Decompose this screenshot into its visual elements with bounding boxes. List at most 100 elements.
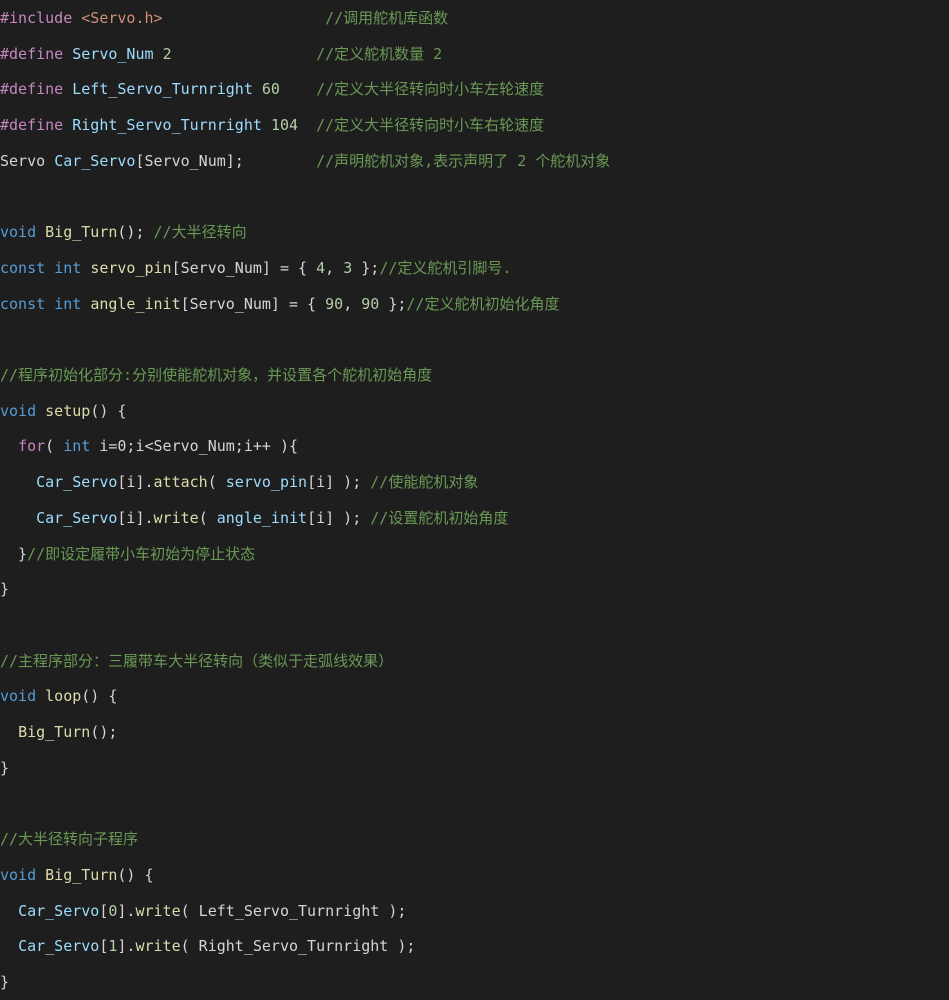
code-token: ( (207, 473, 226, 492)
code-token: () { (81, 687, 118, 706)
code-line: Car_Servo[1].write( Right_Servo_Turnrigh… (0, 935, 415, 957)
code-token: ]. (117, 901, 136, 920)
code-token: Left_Servo_Turnright (72, 80, 253, 99)
code-token: //使能舵机对象 (370, 473, 479, 492)
code-token: ( (198, 508, 217, 527)
code-token: [i]. (117, 508, 154, 527)
code-token: [Servo_Num] = { (171, 258, 317, 277)
code-line: Big_Turn(); (0, 721, 117, 743)
code-token: Big_Turn (18, 723, 91, 741)
code-token: //声明舵机对象,表示声明了 2 个舵机对象 (316, 151, 611, 170)
code-token: //主程序部分：三履带车大半径转向（类似于走弧线效果） (0, 651, 394, 670)
code-token: servo_pin (225, 473, 308, 492)
code-token: void (0, 687, 37, 706)
code-token: [Servo_Num] = { (180, 294, 326, 313)
code-token: ( (45, 437, 64, 456)
code-token: 90 (325, 294, 344, 313)
code-token: <Servo.h> (81, 9, 163, 27)
code-token: ( Left_Servo_Turnright ); (180, 901, 407, 920)
code-token: const (0, 258, 46, 277)
code-token: }; (379, 294, 407, 313)
code-token: setup (45, 401, 91, 420)
code-line: }//即设定履带小车初始为停止状态 (0, 543, 255, 565)
code-token: angle_init (90, 294, 181, 313)
code-token: angle_init (216, 508, 308, 527)
code-token: //大半径转向子程序 (0, 830, 139, 849)
code-token: void (0, 865, 37, 884)
code-token: } (0, 580, 10, 599)
code-line: void Big_Turn(); //大半径转向 (0, 221, 247, 243)
code-token: 90 (361, 294, 380, 313)
code-line: Car_Servo[i].attach( servo_pin[i] ); //使… (0, 471, 478, 493)
code-token: Car_Servo (36, 473, 118, 492)
code-token: (); (117, 223, 154, 242)
code-token: ( Right_Servo_Turnright ); (180, 937, 416, 956)
code-line: //程序初始化部分:分别使能舵机对象，并设置各个舵机初始角度 (0, 364, 432, 386)
code-editor[interactable]: #include <Servo.h> //调用舵机库函数 #define Serv… (0, 0, 949, 1000)
code-token: } (0, 544, 28, 563)
code-token: int (63, 437, 91, 456)
code-line: void Big_Turn() { (0, 864, 154, 886)
code-token: //定义大半径转向时小车左轮速度 (316, 80, 545, 99)
code-token: //定义舵机初始化角度 (406, 294, 560, 313)
code-line: } (0, 757, 9, 779)
code-token: Servo (0, 151, 55, 170)
code-token: Servo_Num (72, 44, 154, 63)
code-token: 104 (270, 116, 299, 135)
code-token: int (54, 258, 82, 277)
code-token: //大半径转向 (153, 223, 247, 242)
code-token: loop (45, 687, 82, 706)
code-token: [i] ); (307, 473, 371, 492)
code-token: ]. (117, 937, 136, 956)
code-token: Car_Servo (36, 508, 118, 527)
code-token: , (343, 294, 362, 313)
code-line: //主程序部分：三履带车大半径转向（类似于走弧线效果） (0, 650, 393, 672)
code-token: , (325, 258, 344, 277)
code-token: Car_Servo (18, 937, 100, 956)
code-line: Car_Servo[0].write( Left_Servo_Turnright… (0, 900, 406, 922)
code-token: 4 (316, 258, 326, 277)
code-token: #include (0, 9, 73, 27)
code-token: #define (0, 80, 64, 99)
code-token: const (0, 294, 46, 313)
code-token: void (0, 223, 37, 242)
code-token: [i] ); (307, 508, 371, 527)
code-line: Servo Car_Servo[Servo_Num]; //声明舵机对象,表示声… (0, 150, 610, 172)
code-token: for (18, 437, 46, 456)
code-token: 60 (261, 80, 280, 99)
code-token: attach (153, 473, 208, 492)
code-token: //定义舵机引脚号. (379, 258, 512, 277)
code-line: #define Left_Servo_Turnright 60 //定义大半径转… (0, 78, 544, 100)
code-token: int (54, 294, 82, 313)
code-token: //设置舵机初始角度 (370, 508, 509, 527)
code-token: Big_Turn (45, 865, 118, 884)
code-token: 3 (343, 258, 353, 277)
code-token: servo_pin (90, 258, 172, 277)
code-token: //即设定履带小车初始为停止状态 (27, 544, 256, 563)
code-line: const int angle_init[Servo_Num] = { 90, … (0, 293, 559, 315)
code-token: Car_Servo (18, 901, 100, 920)
code-token: #define (0, 44, 64, 63)
code-line: for( int i=0;i<Servo_Num;i++ ){ (0, 435, 298, 457)
code-token: Car_Servo (54, 151, 136, 170)
code-token: (); (90, 723, 118, 741)
code-token: //定义舵机数量 2 (316, 44, 443, 63)
code-line: #define Servo_Num 2 //定义舵机数量 2 (0, 43, 442, 65)
code-line: } (0, 971, 9, 993)
